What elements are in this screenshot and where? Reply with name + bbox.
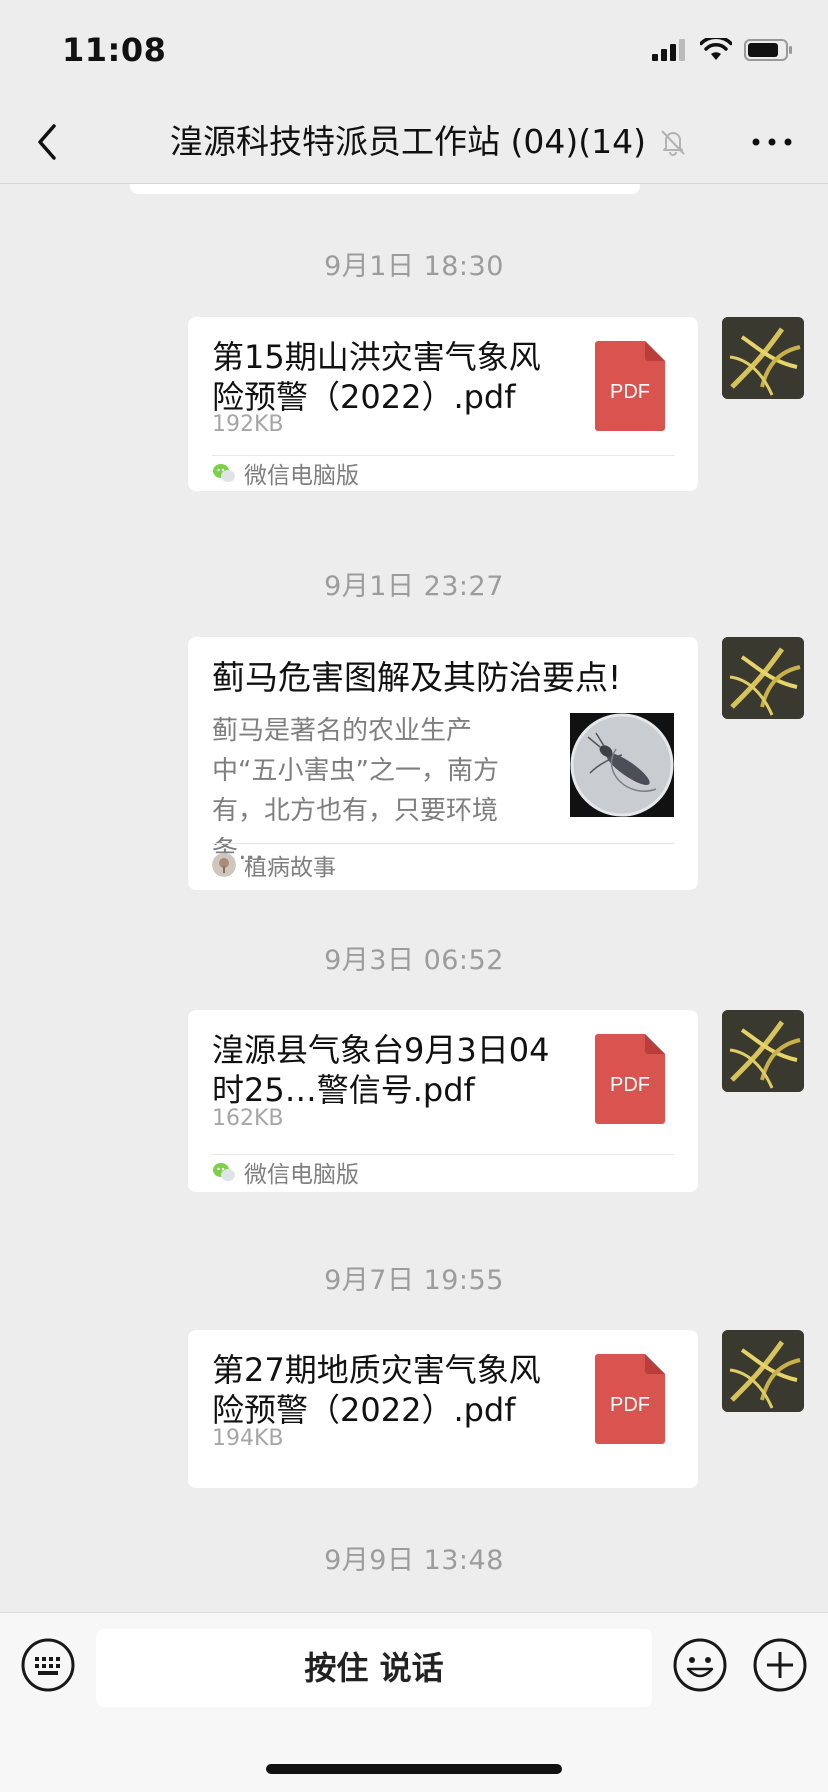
insect-thumbnail-image (570, 713, 674, 817)
pdf-icon: PDF (595, 1354, 665, 1444)
hold-to-talk-button[interactable]: 按住 说话 (96, 1629, 652, 1707)
wechat-pc-icon (213, 1163, 235, 1181)
message-timestamp: 9月1日 23:27 (324, 571, 504, 602)
file-size: 192KB (212, 412, 284, 437)
account-avatar-icon (212, 853, 236, 877)
avatar-image (722, 317, 804, 399)
card-source: 植病故事 (212, 845, 336, 885)
battery-icon (744, 39, 792, 61)
wechat-pc-icon (213, 464, 235, 482)
pdf-icon: PDF (595, 1034, 665, 1124)
avatar[interactable] (722, 637, 804, 719)
avatar[interactable] (722, 1330, 804, 1412)
previous-message-bubble[interactable] (130, 184, 640, 194)
bell-slash-icon (661, 130, 685, 156)
chat-area[interactable]: 9月1日 18:30 第15期山洪灾害气象风险预警（2022）.pdf 192K… (0, 184, 828, 1612)
message-timestamp: 9月7日 19:55 (324, 1265, 504, 1296)
svg-text:PDF: PDF (610, 1074, 650, 1096)
keyboard-icon[interactable] (20, 1637, 76, 1693)
nav-bar: 湟源科技特派员工作站 (04)(14) (0, 100, 828, 184)
home-indicator (266, 1764, 562, 1774)
file-message-card[interactable]: 第15期山洪灾害气象风险预警（2022）.pdf 192KB PDF 微信电脑版 (188, 317, 698, 491)
file-title: 第27期地质灾害气象风险预警（2022）.pdf (212, 1351, 541, 1429)
avatar-image (722, 1010, 804, 1092)
pdf-icon: PDF (595, 341, 665, 431)
source-label: 微信电脑版 (244, 463, 359, 489)
emoji-icon[interactable] (672, 1637, 728, 1693)
file-title: 第15期山洪灾害气象风险预警（2022）.pdf (212, 338, 541, 416)
signal-icon (652, 39, 685, 61)
file-title: 湟源县气象台9月3日04时25…警信号.pdf (212, 1031, 550, 1109)
card-source: 微信电脑版 (212, 453, 359, 493)
file-size: 162KB (212, 1106, 284, 1131)
message-timestamp: 9月9日 13:48 (324, 1545, 504, 1576)
chat-title: 湟源科技特派员工作站 (04)(14) (170, 122, 646, 161)
wifi-icon (700, 38, 732, 60)
status-bar: 11:08 (0, 0, 828, 100)
status-time: 11:08 (62, 31, 167, 69)
avatar-image (722, 637, 804, 719)
article-title: 蓟马危害图解及其防治要点! (212, 658, 622, 697)
chevron-left-icon[interactable] (30, 120, 70, 164)
avatar[interactable] (722, 1010, 804, 1092)
card-divider (212, 843, 674, 844)
file-size: 194KB (212, 1426, 284, 1451)
avatar[interactable] (722, 317, 804, 399)
message-timestamp: 9月1日 18:30 (324, 251, 504, 282)
avatar-image (722, 1330, 804, 1412)
article-message-card[interactable]: 蓟马危害图解及其防治要点! 蓟马是著名的农业生产中“五小害虫”之一，南方有，北方… (188, 637, 698, 890)
plus-icon[interactable] (752, 1637, 808, 1693)
more-dots-icon[interactable] (748, 130, 796, 154)
file-message-card[interactable]: 湟源县气象台9月3日04时25…警信号.pdf 162KB PDF 微信电脑版 (188, 1010, 698, 1192)
svg-text:PDF: PDF (610, 381, 650, 403)
card-source: 微信电脑版 (212, 1152, 359, 1192)
status-icons (652, 38, 794, 62)
source-label: 微信电脑版 (244, 1162, 359, 1188)
svg-text:PDF: PDF (610, 1394, 650, 1416)
file-message-card[interactable]: 第27期地质灾害气象风险预警（2022）.pdf 194KB PDF (188, 1330, 698, 1488)
article-thumbnail (570, 713, 674, 817)
source-label: 植病故事 (244, 855, 336, 881)
message-timestamp: 9月3日 06:52 (324, 945, 504, 976)
